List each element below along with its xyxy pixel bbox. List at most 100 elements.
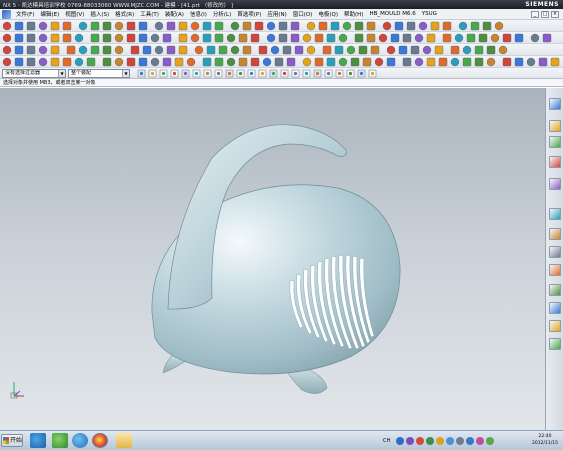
toolbar-button-icon[interactable] (62, 21, 72, 31)
resource-bar-tab-icon[interactable] (549, 120, 561, 132)
toolbar-button-icon[interactable] (2, 33, 12, 43)
menu-hb-mould[interactable]: HB_MOULD M6.6 (366, 11, 418, 17)
toolbar-button-icon[interactable] (282, 45, 292, 55)
misc-tray-icon[interactable] (476, 437, 485, 445)
toolbar-button-icon[interactable] (258, 45, 268, 55)
toolbar-button-icon[interactable] (366, 21, 376, 31)
toolbar-button-icon[interactable] (14, 33, 24, 43)
resource-bar-tab-icon[interactable] (549, 228, 561, 240)
toolbar-button-icon[interactable] (114, 45, 124, 55)
toolbar-button-icon[interactable] (202, 33, 212, 43)
menu-preferences[interactable]: 首选项(P) (234, 10, 264, 18)
toolbar-button-icon[interactable] (314, 33, 324, 43)
toolbar-button-icon[interactable] (166, 45, 176, 55)
toolbar-button-icon[interactable] (38, 45, 48, 55)
toolbar-button-icon[interactable] (314, 57, 324, 67)
toolbar-button-icon[interactable] (474, 45, 484, 55)
toolbar-button-icon[interactable] (102, 33, 112, 43)
toolbar-button-icon[interactable] (290, 21, 300, 31)
resource-bar-tab-icon[interactable] (549, 136, 561, 148)
battery-tray-icon[interactable] (486, 437, 495, 445)
toolbar-button-icon[interactable] (414, 33, 424, 43)
toolbar-button-icon[interactable] (150, 33, 160, 43)
resource-bar-tab-icon[interactable] (549, 264, 561, 276)
toolbar-button-icon[interactable] (462, 57, 472, 67)
toolbar-button-icon[interactable] (486, 45, 496, 55)
toolbar-button-icon[interactable] (374, 57, 384, 67)
toolbar-button-icon[interactable] (2, 57, 12, 67)
recorder-app-icon[interactable] (72, 433, 88, 448)
toolbar-button-icon[interactable] (26, 45, 36, 55)
toolbar-button-icon[interactable] (354, 33, 364, 43)
model-render[interactable] (0, 88, 545, 430)
toolbar-button-icon[interactable] (338, 57, 348, 67)
toolbar-button-icon[interactable] (250, 33, 260, 43)
chat-tray-icon[interactable] (446, 437, 455, 445)
toolbar-button-icon[interactable] (406, 21, 416, 31)
toolbar-button-icon[interactable] (358, 45, 368, 55)
toolbar-button-icon[interactable] (366, 33, 376, 43)
toolbar-button-icon[interactable] (162, 33, 172, 43)
toolbar-button-icon[interactable] (230, 21, 240, 31)
toolbar-button-icon[interactable] (266, 33, 276, 43)
toolbar-button-icon[interactable] (526, 57, 536, 67)
toolbar-button-icon[interactable] (190, 21, 200, 31)
toolbar-button-icon[interactable] (78, 21, 88, 31)
toolbar-button-icon[interactable] (90, 33, 100, 43)
toolbar-button-icon[interactable] (294, 45, 304, 55)
toolbar-button-icon[interactable] (394, 21, 404, 31)
toolbar-button-icon[interactable] (386, 57, 396, 67)
toolbar-button-icon[interactable] (418, 21, 428, 31)
toolbar-button-icon[interactable] (50, 45, 60, 55)
menu-assemblies[interactable]: 装配(A) (162, 10, 187, 18)
toolbar-button-icon[interactable] (306, 45, 316, 55)
toolbar-button-icon[interactable] (38, 57, 48, 67)
toolbar-button-icon[interactable] (514, 57, 524, 67)
toolbar-button-icon[interactable] (278, 33, 288, 43)
toolbar-button-icon[interactable] (290, 33, 300, 43)
toolbar-button-icon[interactable] (342, 21, 352, 31)
toolbar-button-icon[interactable] (114, 21, 124, 31)
toolbar-button-icon[interactable] (426, 33, 436, 43)
toolbar-button-icon[interactable] (466, 33, 476, 43)
toolbar-button-icon[interactable] (206, 45, 216, 55)
toolbar-button-icon[interactable] (38, 33, 48, 43)
toolbar-button-icon[interactable] (126, 21, 136, 31)
toolbar-button-icon[interactable] (62, 33, 72, 43)
toolbar-button-icon[interactable] (306, 21, 316, 31)
restore-button[interactable]: □ (541, 10, 549, 18)
folder-app-icon[interactable] (116, 433, 132, 448)
menu-edit[interactable]: 编辑(E) (37, 10, 62, 18)
toolbar-button-icon[interactable] (454, 33, 464, 43)
toolbar-button-icon[interactable] (338, 33, 348, 43)
update-tray-icon[interactable] (436, 437, 445, 445)
minimize-button[interactable]: _ (531, 10, 539, 18)
toolbar-button-icon[interactable] (78, 45, 88, 55)
menu-window[interactable]: 窗口(O) (290, 10, 316, 18)
toolbar-button-icon[interactable] (254, 21, 264, 31)
toolbar-button-icon[interactable] (530, 33, 540, 43)
toolbar-button-icon[interactable] (462, 45, 472, 55)
toolbar-button-icon[interactable] (14, 45, 24, 55)
resource-bar-tab-icon[interactable] (549, 98, 561, 110)
toolbar-button-icon[interactable] (502, 57, 512, 67)
toolbar-button-icon[interactable] (194, 45, 204, 55)
clock[interactable]: 22:40 2012/11/15 (530, 433, 560, 449)
toolbar-button-icon[interactable] (346, 45, 356, 55)
toolbar-button-icon[interactable] (414, 57, 424, 67)
resource-bar-tab-icon[interactable] (549, 302, 561, 314)
security-tray-icon[interactable] (416, 437, 425, 445)
toolbar-button-icon[interactable] (62, 57, 72, 67)
toolbar-button-icon[interactable] (318, 21, 328, 31)
volume-tray-icon[interactable] (456, 437, 465, 445)
toolbar-button-icon[interactable] (278, 21, 288, 31)
toolbar-button-icon[interactable] (498, 45, 508, 55)
toolbar-button-icon[interactable] (14, 57, 24, 67)
toolbar-button-icon[interactable] (102, 57, 112, 67)
toolbar-button-icon[interactable] (202, 21, 212, 31)
toolbar-button-icon[interactable] (50, 21, 60, 31)
resource-bar-tab-icon[interactable] (549, 246, 561, 258)
toolbar-button-icon[interactable] (190, 33, 200, 43)
toolbar-button-icon[interactable] (14, 21, 24, 31)
toolbar-button-icon[interactable] (90, 21, 100, 31)
